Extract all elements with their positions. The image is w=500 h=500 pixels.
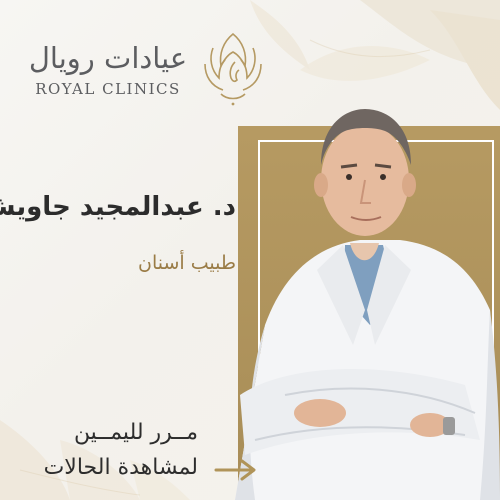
brand-name-english: ROYAL CLINICS xyxy=(35,80,181,98)
doctor-name: د. عبدالمجيد جاويش xyxy=(0,192,236,222)
arrow-right-icon xyxy=(214,459,256,481)
post-canvas: عيادات رويال ROYAL CLINICS د. عبدالمجيد … xyxy=(0,0,500,500)
doctor-specialty: طبيب أسنان xyxy=(138,252,236,274)
view-cases-instruction: لمشاهدة الحالات xyxy=(43,455,198,480)
swipe-instruction: مــرر لليمــين xyxy=(73,420,198,445)
brand-name-arabic: عيادات رويال xyxy=(28,41,188,75)
doctor-portrait xyxy=(235,109,500,500)
